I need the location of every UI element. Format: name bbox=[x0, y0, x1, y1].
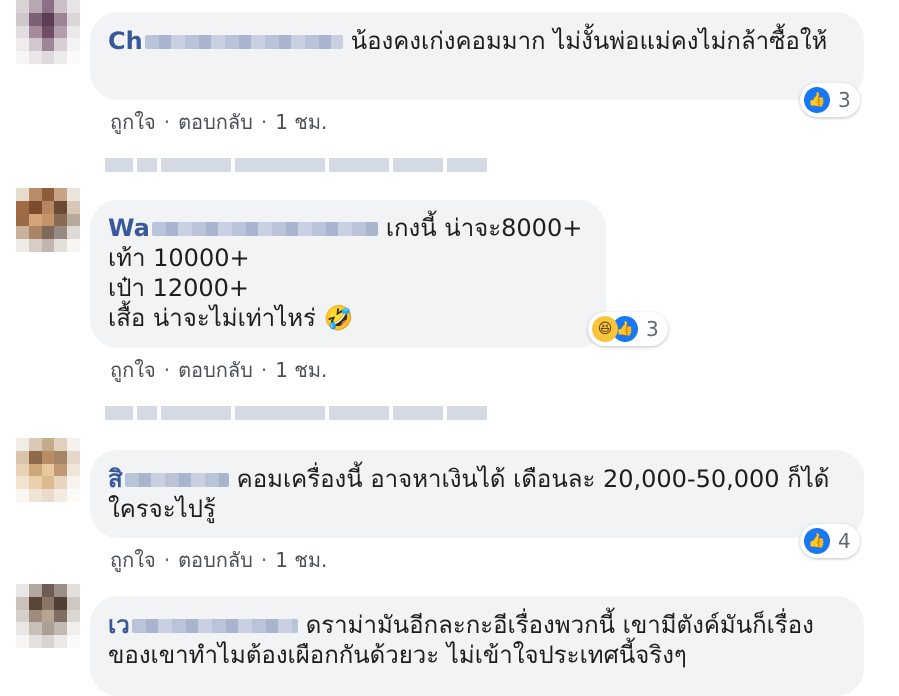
reply-link[interactable]: ตอบกลับ bbox=[178, 110, 253, 134]
reply-link[interactable]: ตอบกลับ bbox=[178, 358, 253, 382]
reaction-count: 3 bbox=[646, 317, 659, 341]
comment-actions: ถูกใจ · ตอบกลับ · 1 ชม. bbox=[110, 106, 327, 138]
avatar[interactable] bbox=[16, 584, 80, 648]
comment-text-line: เกงนี้ น่าจะ8000+ bbox=[385, 214, 583, 242]
like-link[interactable]: ถูกใจ bbox=[110, 110, 156, 134]
reply-link[interactable]: ตอบกลับ bbox=[178, 548, 253, 572]
blurred-name bbox=[144, 35, 343, 49]
comment-text-line: เป๋า 12000+ bbox=[108, 274, 249, 302]
blurred-name bbox=[124, 473, 229, 487]
avatar[interactable] bbox=[16, 188, 80, 252]
reaction-summary[interactable]: 😆 👍 3 bbox=[588, 312, 668, 346]
timestamp[interactable]: 1 ชม. bbox=[275, 548, 327, 572]
like-link[interactable]: ถูกใจ bbox=[110, 548, 156, 572]
blurred-reply-row[interactable] bbox=[105, 398, 487, 428]
comment-text-line: เท้า 10000+ bbox=[108, 244, 250, 272]
comment-bubble: Ch น้องคงเก่งคอมมาก ไม่งั้นพ่อแม่คงไม่กล้… bbox=[90, 12, 864, 100]
separator: · bbox=[260, 358, 268, 382]
separator: · bbox=[163, 110, 171, 134]
comment-bubble: สิ คอมเครื่องนี้ อาจหาเงินได้ เดือนละ 20,… bbox=[90, 450, 864, 538]
timestamp[interactable]: 1 ชม. bbox=[275, 358, 327, 382]
comment-actions: ถูกใจ · ตอบกลับ · 1 ชม. bbox=[110, 354, 327, 386]
reaction-summary[interactable]: 👍 4 bbox=[800, 524, 860, 558]
blurred-name bbox=[151, 222, 378, 236]
separator: · bbox=[163, 548, 171, 572]
comment-text-line: เสื้อ น่าจะไม่เท่าไหร่ 🤣 bbox=[108, 304, 354, 332]
separator: · bbox=[163, 358, 171, 382]
reaction-count: 3 bbox=[838, 88, 851, 112]
like-link[interactable]: ถูกใจ bbox=[110, 358, 156, 382]
reaction-count: 4 bbox=[838, 529, 851, 553]
blurred-reply-row[interactable] bbox=[105, 150, 487, 180]
blurred-name bbox=[131, 619, 298, 633]
comment-actions: ถูกใจ · ตอบกลับ · 1 ชม. bbox=[110, 544, 327, 576]
reaction-summary[interactable]: 👍 3 bbox=[800, 83, 860, 117]
separator: · bbox=[260, 548, 268, 572]
comment-bubble: Wa เกงนี้ น่าจะ8000+ เท้า 10000+ เป๋า 120… bbox=[90, 200, 606, 348]
like-icon: 👍 bbox=[804, 87, 830, 113]
commenter-name[interactable]: Wa bbox=[108, 214, 150, 242]
avatar[interactable] bbox=[16, 438, 80, 502]
haha-icon: 😆 bbox=[592, 316, 618, 342]
commenter-name[interactable]: เว bbox=[108, 611, 130, 639]
commenter-name[interactable]: สิ bbox=[108, 465, 123, 493]
like-icon: 👍 bbox=[804, 528, 830, 554]
timestamp[interactable]: 1 ชม. bbox=[275, 110, 327, 134]
separator: · bbox=[260, 110, 268, 134]
avatar[interactable] bbox=[16, 0, 80, 64]
comment-text: น้องคงเก่งคอมมาก ไม่งั้นพ่อแม่คงไม่กล้าซ… bbox=[350, 27, 828, 55]
comment-bubble: เว ดราม่ามันอีกละกะอีเรื่องพวกนี้ เขามีตั… bbox=[90, 596, 864, 696]
commenter-name[interactable]: Ch bbox=[108, 27, 143, 55]
